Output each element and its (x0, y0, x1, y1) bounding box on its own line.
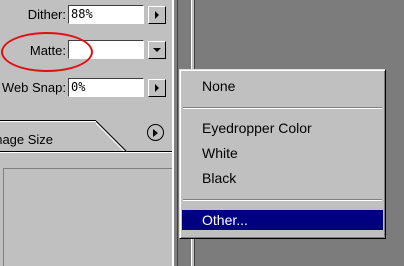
matte-dropdown-menu: None Eyedropper Color White Black Other.… (179, 69, 386, 239)
menu-item-eyedropper-color[interactable]: Eyedropper Color (182, 118, 383, 138)
matte-dropdown-button[interactable] (148, 41, 166, 59)
menu-item-other[interactable]: Other... (182, 210, 383, 230)
tab-baseline-highlight (0, 152, 172, 153)
dither-field[interactable]: 88% (68, 5, 144, 24)
menu-item-black[interactable]: Black (182, 168, 383, 188)
websnap-label: Web Snap: (1, 80, 66, 95)
menu-separator (183, 107, 382, 109)
dither-arrow-button[interactable] (148, 6, 166, 24)
tab-image-size[interactable]: Image Size (0, 132, 53, 147)
palette-border-dark (177, 0, 178, 266)
websnap-arrow-button[interactable] (148, 79, 166, 97)
palette-menu-button[interactable] (147, 124, 164, 141)
image-size-panel (3, 168, 172, 266)
websnap-field[interactable]: 0% (68, 78, 144, 97)
tab-edge (96, 120, 127, 153)
menu-separator (183, 199, 382, 201)
play-icon (153, 128, 158, 137)
dither-label: Dither: (27, 7, 66, 22)
chevron-down-icon (153, 48, 161, 52)
menu-item-none[interactable]: None (182, 76, 383, 96)
tab-top-edge-highlight (0, 121, 96, 122)
menu-item-white[interactable]: White (182, 143, 383, 163)
arrow-right-icon (155, 11, 159, 19)
matte-highlight-circle (1, 32, 93, 72)
arrow-right-icon (155, 84, 159, 92)
